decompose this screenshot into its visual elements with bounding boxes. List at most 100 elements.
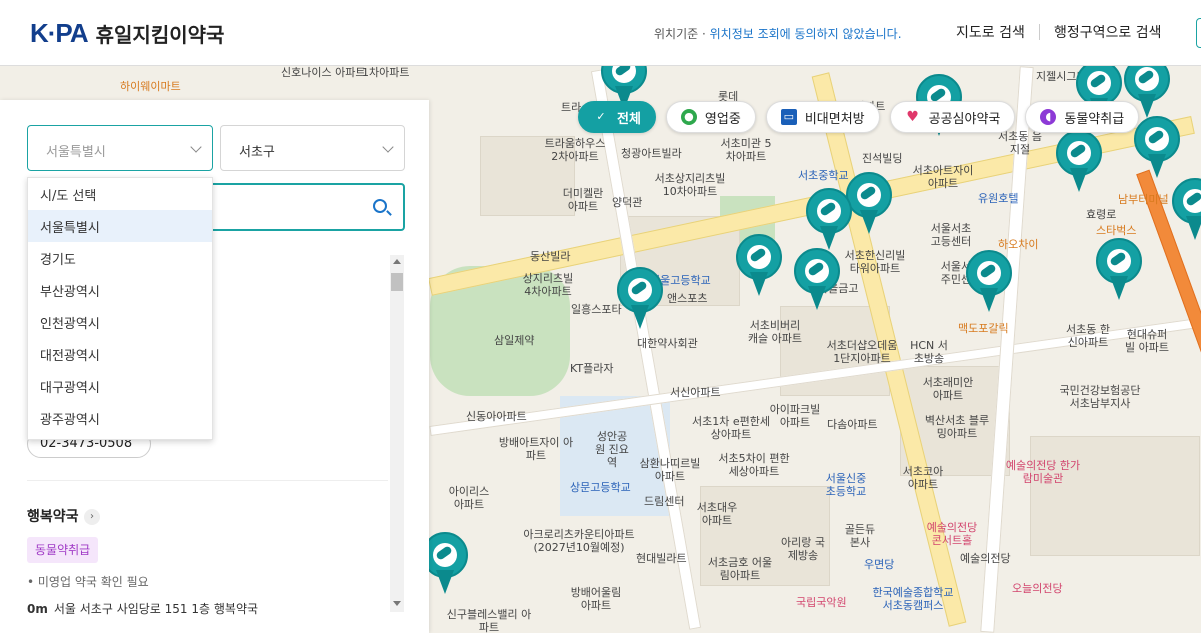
map-label: 신구블레스밸리 아파트 (446, 608, 532, 633)
monitor-icon: ▭ (780, 109, 797, 125)
map-label: 아이리스 아파트 (448, 485, 490, 511)
map-label: 골든듀 본사 (844, 523, 876, 549)
dropdown-option[interactable]: 대구광역시 (28, 370, 212, 402)
dropdown-option[interactable]: 부산광역시 (28, 274, 212, 306)
scroll-down-icon[interactable] (393, 601, 401, 606)
pharmacy-pin[interactable] (1172, 178, 1201, 242)
map-label: 서초코아 아파트 (902, 465, 944, 491)
map-label: 현대빌라트 (636, 552, 687, 565)
location-pin-icon: ● (680, 109, 697, 125)
map-label: 신호나이스 아파트 (281, 66, 366, 79)
filter-label: 영업중 (704, 111, 741, 127)
pharmacy-pin[interactable] (966, 250, 1012, 314)
location-consent-link[interactable]: 위치정보 조회에 동의하지 않았습니다. (710, 27, 902, 41)
heart-pulse-icon: ♥ (906, 109, 919, 125)
search-input[interactable] (203, 183, 405, 231)
pharmacy-address-text: 서울 서초구 사임당로 151 1층 행복약국 (53, 602, 259, 616)
filter-remote-prescription[interactable]: ▭ 비대면처방 (765, 101, 880, 133)
pharmacy-pin[interactable] (806, 188, 852, 252)
map-label: 서초한신리빌 타워아파트 (844, 249, 906, 275)
pharmacy-status: • 미영업 약국 확인 필요 (27, 575, 149, 589)
map-label: 서초상지리츠빌 10차아파트 (654, 172, 726, 198)
sido-select-value: 서울특별시 (46, 145, 106, 160)
map-label: 성안공원 진요역 (595, 430, 629, 469)
filter-night-pharmacy[interactable]: ♥ 공공심야약국 (889, 101, 1016, 133)
location-status: 위치기준 · 위치정보 조회에 동의하지 않았습니다. (654, 25, 902, 42)
scrollbar-thumb[interactable] (391, 273, 403, 291)
map-label: 오늘의전당 (1012, 582, 1063, 595)
map-label: 서울서초 고등센터 (930, 222, 972, 248)
pharmacy-distance: 0m (27, 602, 48, 616)
filter-label: 비대면처방 (804, 111, 865, 127)
sigungu-select[interactable]: 서초구 (220, 125, 405, 171)
map-block (1030, 436, 1200, 556)
pharmacy-pin[interactable] (1096, 238, 1142, 302)
map-label: 국민건강보험공단 서초남부지사 (1059, 384, 1141, 410)
map-label: 국립국악원 (796, 596, 847, 609)
map-label: 서초아트자이 아파트 (912, 164, 974, 190)
pharmacy-pin[interactable] (1134, 116, 1180, 180)
sido-select[interactable]: 서울특별시 (27, 125, 213, 171)
pharmacy-pin[interactable] (846, 172, 892, 236)
pharmacy-address: 0m 서울 서초구 사임당로 151 1층 행복약국 (27, 600, 258, 617)
map-label: 아크로리츠카운티아파트 (2027년10월예정) (523, 528, 635, 554)
filter-all[interactable]: ✓ 전체 (578, 101, 656, 133)
map-label: 1차아파트 (362, 66, 410, 79)
nav-divider (1039, 24, 1040, 40)
map-label: 서초금호 어울림아파트 (707, 556, 773, 582)
map-label: 다솜아파트 (827, 418, 878, 431)
map-label: 맥도포갈릭 (958, 322, 1009, 335)
check-icon: ✓ (596, 110, 606, 123)
dropdown-option[interactable]: 시/도 선택 (28, 178, 212, 210)
header-action-button[interactable] (1196, 18, 1201, 48)
nav-map-search[interactable]: 지도로 검색 (956, 22, 1025, 42)
map-label: KT플라자 (570, 362, 614, 375)
top-header: K·PA 휴일지킴이약국 위치기준 · 위치정보 조회에 동의하지 않았습니다.… (0, 0, 1201, 66)
dropdown-option[interactable]: 서울특별시 (28, 210, 212, 242)
dropdown-option[interactable]: 경기도 (28, 242, 212, 274)
map-label: 앤스포츠 (667, 292, 708, 305)
map-label: 예술의전당 (960, 552, 1011, 565)
map-label: 유원호텔 (978, 192, 1019, 205)
map-label: 삼환나띠르빌 아파트 (639, 457, 701, 483)
map-label: 방배아트자이 아파트 (498, 436, 574, 462)
animal-drug-tag: 동물약취급 (27, 537, 99, 563)
chevron-right-icon[interactable]: › (84, 509, 100, 525)
map-label: 서초중학교 (798, 169, 849, 182)
pharmacy-pin[interactable] (794, 248, 840, 312)
kpa-logo[interactable]: K·PA 휴일지킴이약국 (30, 18, 224, 49)
dropdown-option[interactable]: 인천광역시 (28, 306, 212, 338)
filter-open[interactable]: ● 영업중 (665, 101, 756, 133)
map-label: 트라움하우스 2차아파트 (544, 137, 606, 163)
filter-animal-drug[interactable]: ◖ 동물약취급 (1025, 101, 1140, 133)
search-icon[interactable] (373, 199, 387, 213)
scroll-up-icon[interactable] (393, 259, 401, 264)
map-label: 방배어울림 아파트 (570, 586, 622, 612)
map-label: 현대슈퍼빌 아파트 (1125, 328, 1169, 354)
map-label: 하이웨이마트 (120, 80, 181, 93)
map-label: 삼일제약 (494, 334, 535, 347)
results-scrollbar[interactable] (390, 255, 404, 612)
map-label: 효령로 (1086, 208, 1117, 221)
map-label: 스타벅스 (1096, 224, 1137, 237)
dropdown-option[interactable]: 대전광역시 (28, 338, 212, 370)
map-label: 한국예술종합학교 서초동캠퍼스 (872, 586, 954, 612)
map-label: 남부터미널 (1118, 193, 1169, 206)
filter-label: 동물약취급 (1064, 111, 1125, 127)
pharmacy-name[interactable]: 행복약국 (27, 506, 79, 526)
search-panel: 서울특별시 서초구 시/도 선택 서울특별시 경기도 부산광역시 인천광역시 대… (0, 100, 429, 633)
pharmacy-pin[interactable] (617, 267, 663, 331)
location-prefix: 위치기준 · (654, 27, 710, 41)
map-label: 서초래미안 아파트 (922, 376, 974, 402)
map-label: 서초1차 e편한세상아파트 (692, 415, 770, 441)
map-label: 대한약사회관 (637, 337, 698, 350)
pharmacy-pin[interactable] (1056, 130, 1102, 194)
map-label: 서초대우 아파트 (696, 501, 738, 527)
map-label: 신동아아파트 (466, 410, 527, 423)
logo-text: 휴일지킴이약국 (95, 23, 225, 47)
filter-bar: ✓ 전체 ● 영업중 ▭ 비대면처방 ♥ 공공심야약국 ◖ 동물약취급 (578, 101, 1140, 133)
dropdown-option[interactable]: 광주광역시 (28, 402, 212, 434)
map-label: 서초5차이 편한세상아파트 (718, 452, 790, 478)
pharmacy-pin[interactable] (736, 234, 782, 298)
nav-region-search[interactable]: 행정구역으로 검색 (1054, 22, 1162, 42)
